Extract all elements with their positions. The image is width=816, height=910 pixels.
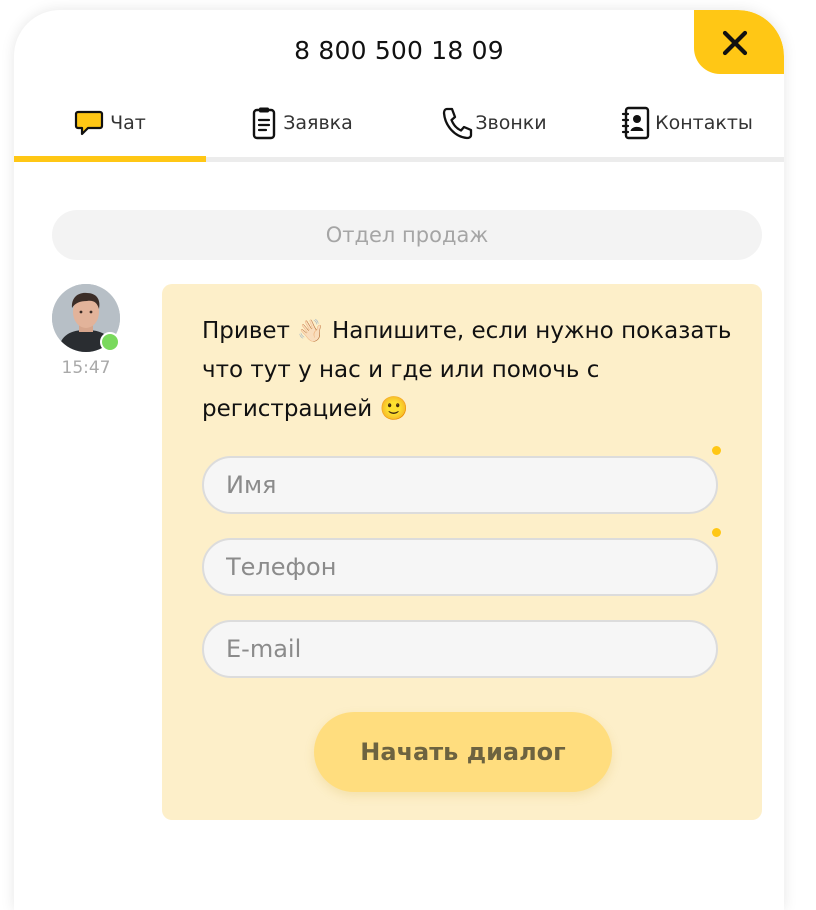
message-greeting: Привет [202,318,290,344]
waving-hand-emoji: 👋🏻 [297,319,325,344]
tab-contacts[interactable]: Контакты [590,90,784,156]
tab-chat-label: Чат [110,112,146,134]
online-status-dot [100,332,120,352]
tab-chat[interactable]: Чат [14,90,206,156]
close-button[interactable] [694,10,784,74]
smile-emoji: 🙂 [379,396,409,422]
message-bubble: Привет 👋🏻 Напишите, если нужно показать … [162,284,762,820]
email-input[interactable] [202,620,718,678]
message-time: 15:47 [61,358,111,378]
chat-widget: 8 800 500 18 09 Чат Заявка Звонки Контак… [14,10,784,910]
tab-bar: Чат Заявка Звонки Контакты [14,90,784,162]
tab-calls[interactable]: Звонки [398,90,590,156]
name-input[interactable] [202,456,718,514]
required-indicator [712,528,721,537]
tab-contacts-label: Контакты [655,112,753,134]
start-dialog-button[interactable]: Начать диалог [314,712,612,792]
tab-calls-label: Звонки [475,112,547,134]
contacts-book-icon [621,106,651,140]
department-label: Отдел продаж [52,210,762,260]
clipboard-icon [251,106,277,140]
header-phone[interactable]: 8 800 500 18 09 [14,36,784,65]
message-text: Привет 👋🏻 Напишите, если нужно показать … [202,312,742,429]
close-icon [722,30,748,56]
tab-request[interactable]: Заявка [206,90,398,156]
phone-input[interactable] [202,538,718,596]
tab-request-label: Заявка [283,112,353,134]
chat-bubble-icon [74,109,104,137]
required-indicator [712,446,721,455]
tab-active-indicator [14,156,206,162]
phone-icon [441,106,473,140]
